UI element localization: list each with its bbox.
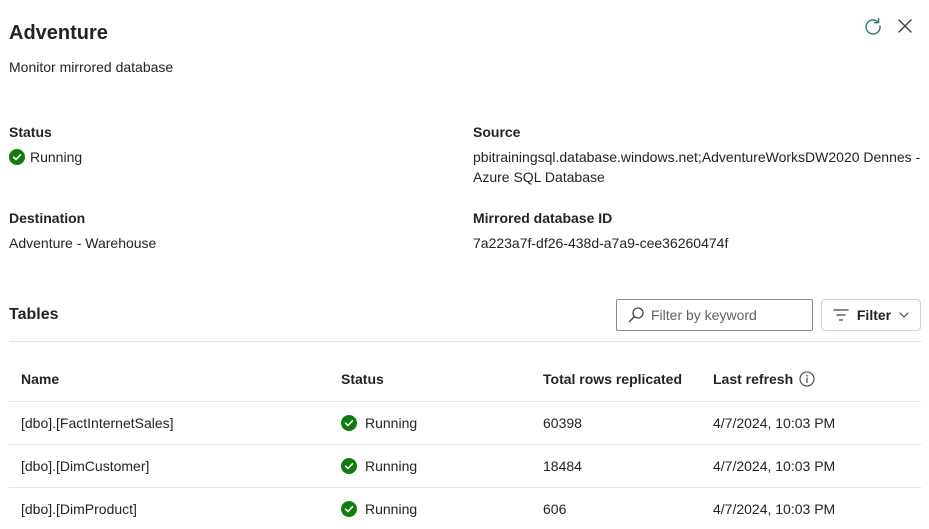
- row-status: Running: [341, 458, 417, 474]
- chevron-down-icon: [899, 312, 909, 318]
- row-name: [dbo].[DimProduct]: [21, 501, 137, 517]
- mirror-id-label: Mirrored database ID: [473, 210, 613, 226]
- row-status-text: Running: [365, 458, 418, 474]
- source-label: Source: [473, 124, 521, 140]
- column-header-rows[interactable]: Total rows replicated: [543, 371, 682, 387]
- destination-label: Destination: [9, 210, 86, 226]
- check-circle-icon: [341, 415, 357, 431]
- search-icon: [628, 307, 644, 323]
- info-icon[interactable]: [799, 371, 815, 387]
- row-divider: [9, 487, 921, 488]
- check-circle-icon: [9, 149, 25, 165]
- row-last-refresh: 4/7/2024, 10:03 PM: [713, 415, 836, 431]
- row-divider: [9, 444, 921, 445]
- header-divider: [9, 401, 921, 402]
- column-header-last-refresh[interactable]: Last refresh: [713, 371, 815, 387]
- page-title: Adventure: [9, 22, 108, 44]
- filter-label: Filter: [856, 307, 892, 323]
- refresh-button[interactable]: [861, 14, 885, 38]
- column-header-status[interactable]: Status: [341, 371, 384, 387]
- status-value: Running: [9, 147, 82, 167]
- filter-icon: [833, 309, 849, 321]
- tables-title: Tables: [9, 306, 59, 323]
- row-last-refresh: 4/7/2024, 10:03 PM: [713, 458, 836, 474]
- row-name: [dbo].[DimCustomer]: [21, 458, 150, 474]
- row-status: Running: [341, 415, 417, 431]
- destination-value: Adventure - Warehouse: [9, 235, 157, 251]
- monitor-panel: Adventure Monitor mirrored database Stat…: [0, 0, 929, 529]
- column-header-last-refresh-label: Last refresh: [713, 371, 794, 387]
- row-status: Running: [341, 501, 417, 517]
- source-value-line2: Azure SQL Database: [473, 169, 605, 185]
- row-last-refresh: 4/7/2024, 10:03 PM: [713, 501, 836, 517]
- status-label: Status: [9, 124, 52, 140]
- filter-button[interactable]: Filter: [821, 299, 921, 331]
- source-value-line1: pbitrainingsql.database.windows.net;Adve…: [473, 149, 921, 165]
- row-status-text: Running: [365, 501, 418, 517]
- row-total-rows: 60398: [543, 415, 582, 431]
- section-divider: [9, 341, 921, 342]
- search-box[interactable]: [616, 299, 813, 331]
- column-header-name[interactable]: Name: [21, 371, 59, 387]
- check-circle-icon: [341, 458, 357, 474]
- status-text: Running: [30, 149, 83, 165]
- row-total-rows: 606: [543, 501, 567, 517]
- row-name: [dbo].[FactInternetSales]: [21, 415, 174, 431]
- close-button[interactable]: [893, 14, 917, 38]
- refresh-icon: [865, 17, 881, 35]
- search-input[interactable]: [651, 307, 801, 323]
- check-circle-icon: [341, 501, 357, 517]
- row-status-text: Running: [365, 415, 418, 431]
- row-total-rows: 18484: [543, 458, 582, 474]
- mirror-id-value: 7a223a7f-df26-438d-a7a9-cee36260474f: [473, 235, 729, 251]
- close-icon: [898, 19, 912, 33]
- page-subtitle: Monitor mirrored database: [9, 59, 174, 75]
